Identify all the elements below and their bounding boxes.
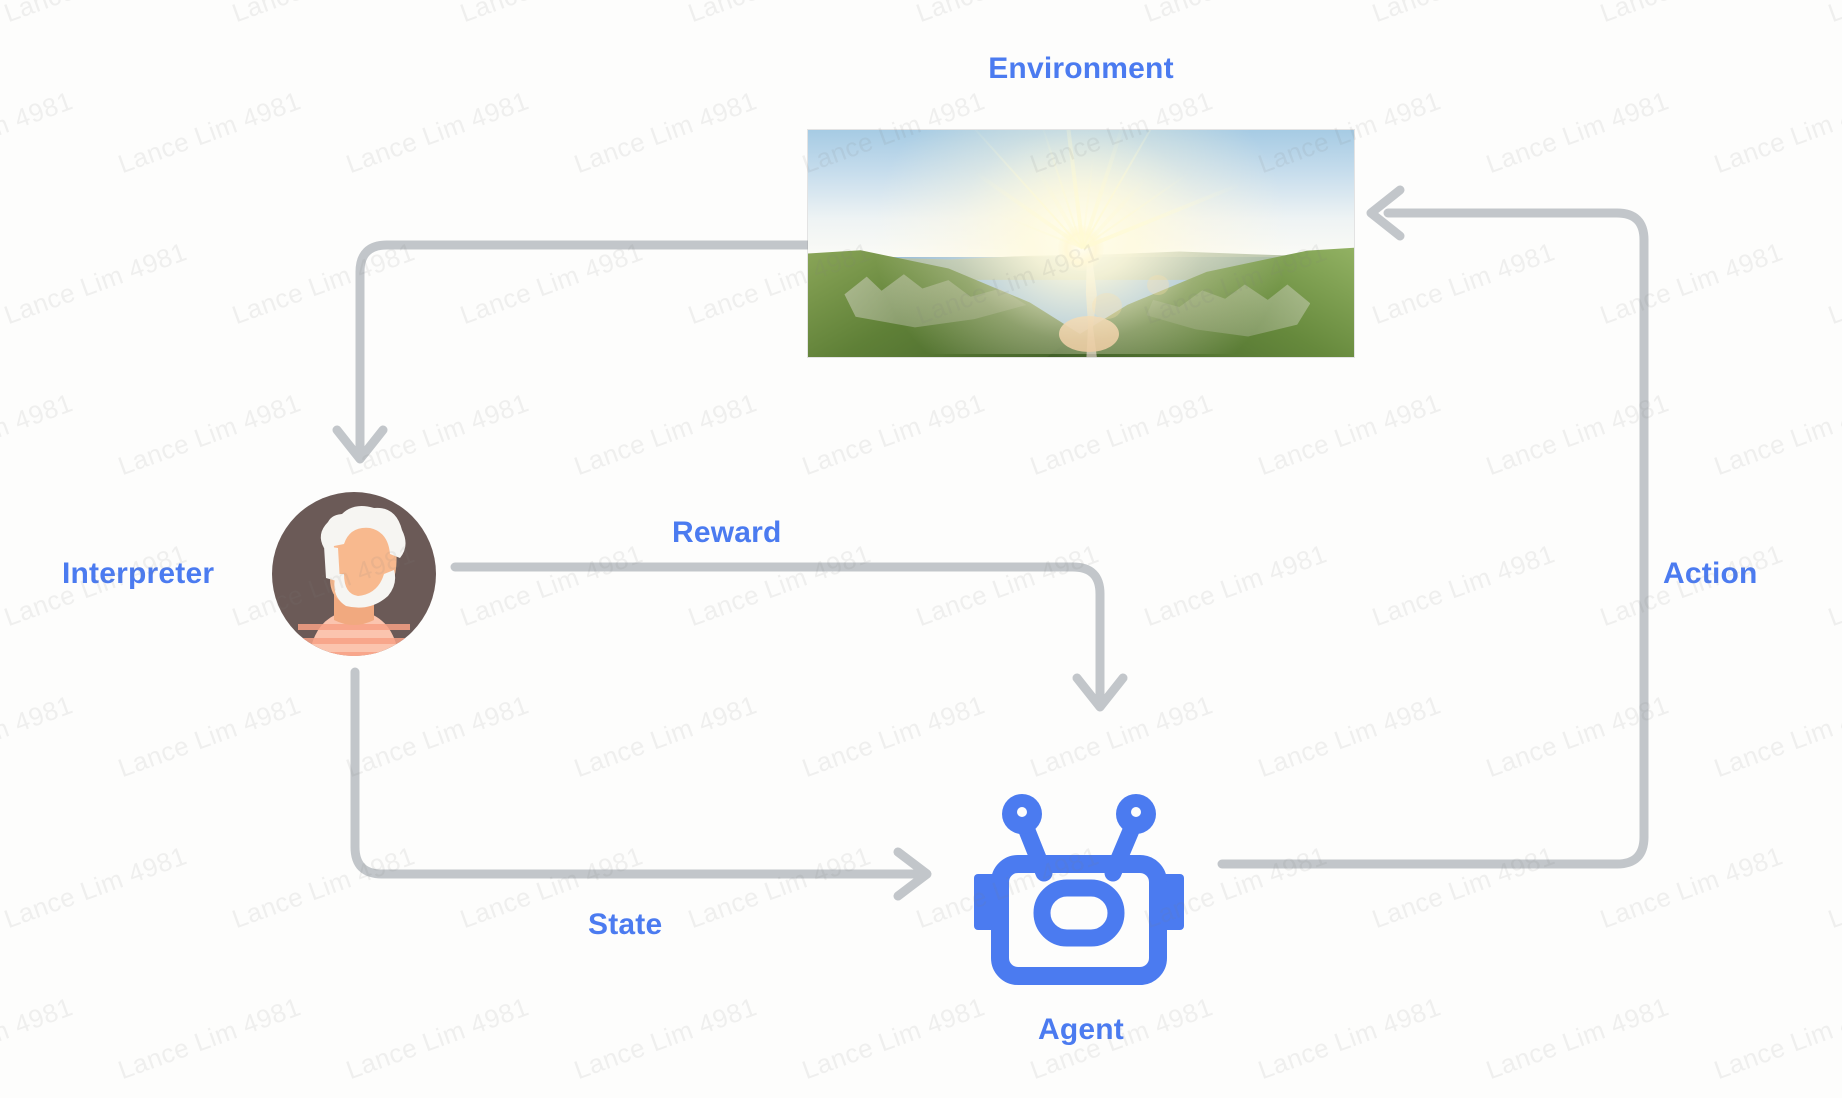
edge-state: [350, 667, 932, 901]
lens-flare-b: [1146, 275, 1169, 296]
label-interpreter: Interpreter: [62, 557, 215, 590]
robot-icon: [974, 794, 1184, 985]
diagram-canvas: Environment Interpreter Reward State Act…: [0, 0, 1842, 1098]
label-agent: Agent: [1038, 1013, 1124, 1046]
label-state: State: [588, 908, 663, 941]
edge-environment-to-interpreter: [332, 240, 813, 464]
edge-reward: [450, 562, 1128, 712]
label-reward: Reward: [672, 516, 782, 549]
environment-image: [808, 130, 1354, 357]
robot-visor: [1033, 879, 1125, 947]
interpreter-avatar: [272, 492, 436, 656]
label-environment: Environment: [988, 52, 1174, 85]
label-action: Action: [1663, 557, 1758, 590]
